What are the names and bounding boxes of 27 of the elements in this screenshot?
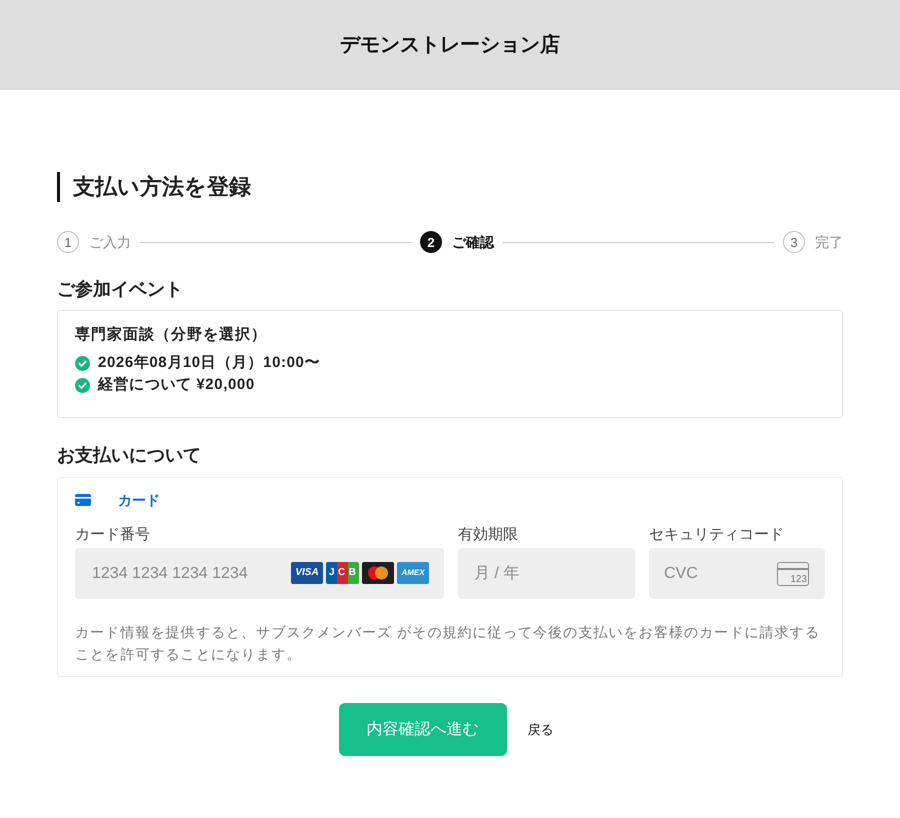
overlapping-circles-icon <box>362 562 394 584</box>
check-circle-icon <box>75 378 90 392</box>
check-circle-icon <box>75 356 90 370</box>
step-label: ご入力 <box>89 233 131 252</box>
expiry-field[interactable]: 月 / 年 <box>458 548 635 599</box>
payment-method-tab[interactable]: カード <box>75 489 160 511</box>
cvc-card-icon: 123 <box>777 562 809 586</box>
field-label: 有効期限 <box>458 525 519 545</box>
shop-title: デモンストレーション店 <box>340 32 560 58</box>
event-detail: 2026年08月10日（月）10:00〜 <box>98 353 320 373</box>
step-number: 3 <box>783 231 805 253</box>
page-title: 支払い方法を登録 <box>57 172 843 202</box>
event-name: 専門家面談（分野を選択） <box>75 325 268 345</box>
field-label: セキュリティコード <box>649 525 785 545</box>
event-detail: 経営について ¥20,000 <box>98 375 255 395</box>
section-title: お支払いについて <box>57 444 202 467</box>
step-number: 1 <box>57 231 79 253</box>
field-label: カード番号 <box>75 525 151 545</box>
step-label: 完了 <box>815 233 843 252</box>
back-link[interactable]: 戻る <box>520 720 562 740</box>
step-number: 2 <box>420 231 442 253</box>
card-brand-logo: AMEX <box>397 562 429 584</box>
section-title: ご参加イベント <box>57 278 184 301</box>
step-label: ご確認 <box>452 233 494 252</box>
card-brand-logo: VISA <box>291 562 323 584</box>
credit-card-icon <box>75 494 91 506</box>
card-terms-note: カード情報を提供すると、サブスクメンバーズ がその規約に従って今後の支払いをお客様のカードに請求することを許可することになります。 <box>75 623 821 664</box>
